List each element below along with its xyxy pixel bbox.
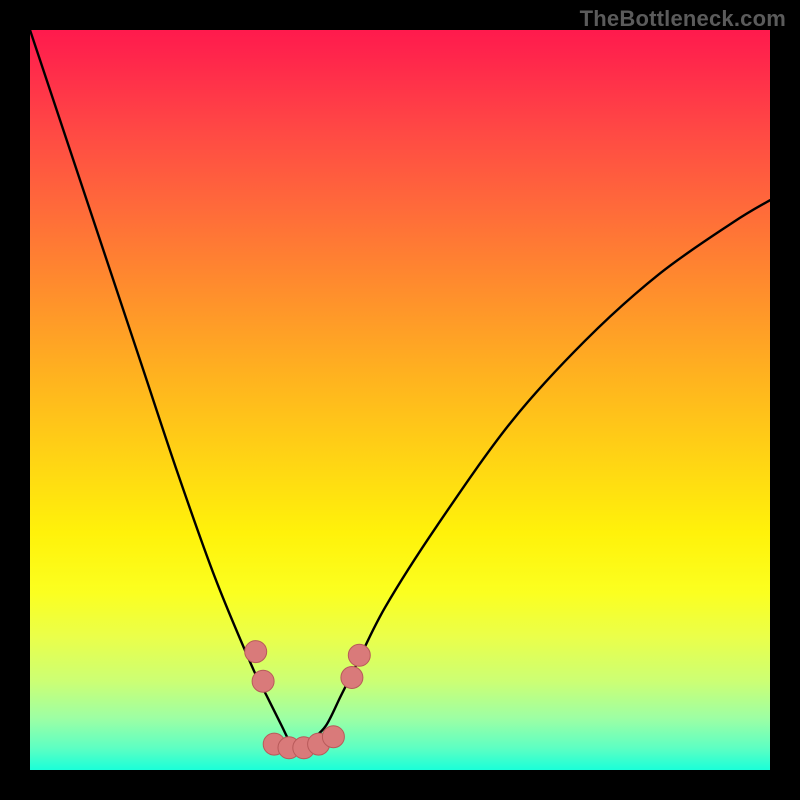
curve-markers bbox=[245, 641, 371, 759]
bottleneck-curve bbox=[30, 30, 770, 749]
marker-right-mid bbox=[341, 667, 363, 689]
watermark-text: TheBottleneck.com bbox=[580, 6, 786, 32]
marker-right-upper bbox=[348, 644, 370, 666]
marker-left-mid bbox=[252, 670, 274, 692]
plot-area bbox=[30, 30, 770, 770]
marker-left-upper bbox=[245, 641, 267, 663]
chart-svg bbox=[30, 30, 770, 770]
marker-bottom-5 bbox=[322, 726, 344, 748]
chart-frame: TheBottleneck.com bbox=[0, 0, 800, 800]
